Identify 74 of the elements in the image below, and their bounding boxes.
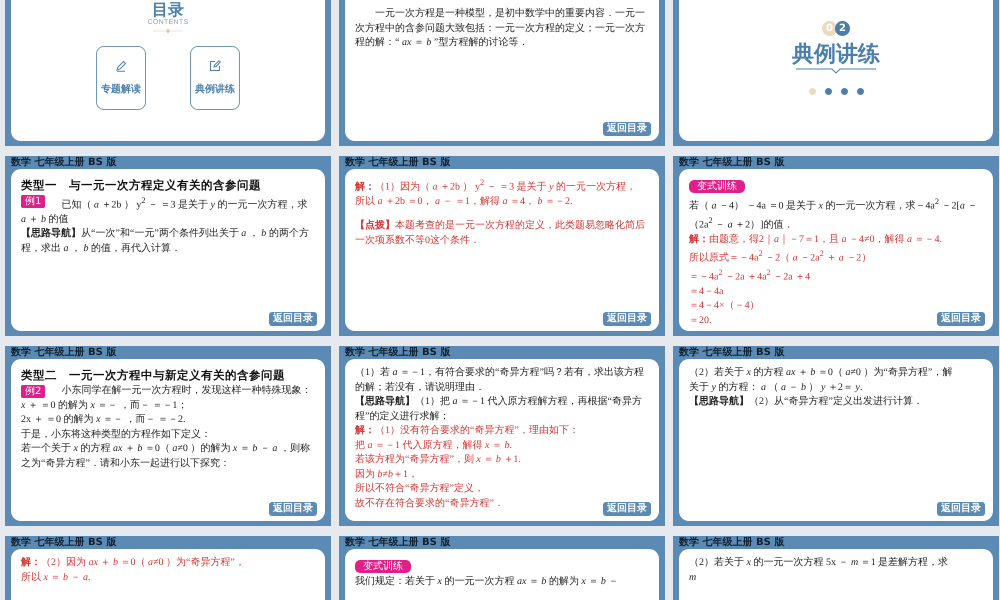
section-number: 0	[822, 21, 837, 36]
text-line: m	[689, 570, 696, 584]
solution-line: 解：（1）没有符合要求的“奇异方程”，理由如下：	[355, 424, 579, 438]
exercise-badge: 变式训练	[355, 560, 411, 573]
slide-header: 数学 七年级上册 BS 版	[679, 156, 784, 168]
text-line: 若（ a －4） －4a ＝0 是关于 x 的一元一次方程，求－4a$^{2}$ －2[a －（2a$^{2}$ － a ＋2）]的值．	[689, 196, 978, 232]
slide-header: 数学 七年级上册 BS 版	[679, 536, 784, 548]
slide-header: 数学 七年级上册 BS 版	[345, 536, 450, 548]
text-line: 关于 y 的方程： a （ a － b ） y ＋2＝ y.	[689, 380, 862, 394]
contents-item[interactable]: 专题解读	[96, 46, 146, 110]
example-badge: 例1	[21, 195, 46, 208]
slide-thumbnail[interactable]: 数学 七年级上册 BS 版 解：（1）因为（ a ＋2b ） y$^{2}$ － ＝3 是关于 y 的一元一次方程， 所以 a ＋2b ＝0， a － ＝1，解得 a ＝4， b ＝－2. 【点拨】本题考查的是一元一次方程的定义，此类题易忽略化简后一次项系数不等0这个条件． 返回目录	[339, 156, 665, 336]
text-line: （2）若关于 x 的方程 ax ＋ b ＝0（ a≠0 ）为“奇异方程”，解	[689, 366, 952, 380]
contents-item[interactable]: 典例讲练	[190, 46, 240, 110]
solution-line: 解：由题意，得2｜a｜－7＝1，且 a －4≠0，解得 a ＝－4.	[689, 232, 942, 247]
slide-thumbnail[interactable]: 数学 七年级上册 BS 版 （2）若关于 x 的一元一次方程 5x － m ＝1 是差解方程，求 m	[673, 536, 999, 600]
text-line: 【思路导航】（2）从“奇异方程”定义出发进行计算．	[689, 395, 923, 409]
text-line: 于是，小东将这种类型的方程作如下定义：	[21, 428, 211, 442]
back-to-contents-button[interactable]: 返回目录	[603, 502, 651, 516]
exercise-badge: 变式训练	[689, 180, 745, 193]
back-to-contents-button[interactable]: 返回目录	[603, 122, 651, 136]
text-line: 若一个关于 x 的方程 ax ＋ b ＝0（ a≠0 ）的解为 x ＝ b － a ，则称	[21, 442, 310, 456]
text-line: 我们规定：若关于 x 的一元一次方程 ax ＝ b 的解为 x ＝ b －	[355, 575, 618, 589]
back-to-contents-button[interactable]: 返回目录	[269, 502, 317, 516]
solution-line: 解：（1）因为（ a ＋2b ） y$^{2}$ － ＝3 是关于 y 的一元一次方程，	[355, 177, 636, 194]
solution-line: 所以 x ＝ b － a.	[21, 570, 90, 584]
slide-thumbnail[interactable]: 数学 七年级上册 BS 版 （2）若关于 x 的方程 ax ＋ b ＝0（ a≠0 ）为“奇异方程”，解 关于 y 的方程： a （ a － b ） y ＋2＝ y. 【思路导航】（2）从“奇异方程”定义出发进行计算． 返回目录	[673, 346, 999, 526]
solution-line: ＝4－4a	[689, 284, 724, 299]
tip-line: 【点拨】本题考查的是一元一次方程的定义，此类题易忽略化简后一次项系数不等0这个条件．	[355, 219, 646, 248]
text-line: 【思路导航】（1）把 a ＝－1 代入原方程解方程，再根据“奇异方程”的定义进行求解；	[355, 395, 643, 424]
back-to-contents-button[interactable]: 返回目录	[603, 312, 651, 326]
solution-line: ＝4－4×（－4）	[689, 299, 760, 314]
solution-line: 把 a ＝－1 代入原方程，解得 x ＝ b.	[355, 438, 512, 452]
slide-header: 数学 七年级上册 BS 版	[11, 536, 116, 548]
ornament-icon	[153, 28, 183, 34]
slide-heading: 类型二 一元一次方程中与新定义有关的含参问题	[21, 367, 285, 384]
paragraph: 一元一次方程是一种模型，是初中数学中的重要内容．一元一次方程中的含参问题大致包括：一元一次方程的定义；一元一次方程的解：“ ax ＝ b ”型方程解的讨论等．	[355, 7, 646, 50]
text-line: 小东同学在解一元一次方程时，发现这样一种特殊现象：	[61, 384, 312, 398]
back-to-contents-button[interactable]: 返回目录	[937, 502, 985, 516]
text-line: 已知（ a ＋2b ） y$^{2}$ － ＝3 是关于 y 的一元一次方程，求	[61, 195, 308, 212]
solution-line: 解：（2）因为 ax ＋ b ＝0（ a≠0 ）为“奇异方程”，	[21, 556, 245, 570]
slide-header: 数学 七年级上册 BS 版	[345, 156, 450, 168]
example-badge: 例2	[21, 385, 46, 398]
slide-heading: 类型一 与一元一次方程定义有关的含参问题	[21, 177, 261, 194]
slide-thumbnail[interactable]: 数学 七年级上册 BS 版 类型一 与一元一次方程定义有关的含参问题 例1 已知（ a ＋2b ） y$^{2}$ － ＝3 是关于 y 的一元一次方程，求 a ＋ b 的值 【思路导航】从“一次”和“一元”两个条件列出关于 a ， b 的两个方程，求出 a ， b 的值，再代入计算． 返回目录	[5, 156, 331, 336]
solution-line: 因为 b≠b＋1，	[355, 468, 418, 482]
solution-line: 所以不符合“奇异方程”定义，	[355, 482, 484, 496]
solution-line: 所以原式＝－4a$^{2}$ －2（ a －2a$^{2}$ ＋ a －2）	[689, 248, 872, 266]
solution-line: 所以 a ＋2b ＝0， a － ＝1，解得 a ＝4， b ＝－2.	[355, 194, 572, 209]
solution-line: 若该方程为“奇异方程”，则 x ＝ b ＋1.	[355, 453, 521, 467]
solution-line: ＝－4a$^{2}$ －2a ＋4a$^{2}$ －2a ＋4	[689, 266, 810, 284]
text-line: （2）若关于 x 的一元一次方程 5x － m ＝1 是差解方程，求	[689, 556, 948, 570]
edit-icon	[209, 60, 221, 72]
slide-header: 数学 七年级上册 BS 版	[11, 346, 116, 358]
solution-line: ＝20.	[689, 314, 712, 328]
slide-header: 数学 七年级上册 BS 版	[679, 346, 784, 358]
pencil-icon	[115, 60, 127, 72]
slide-thumbnail[interactable]: 数学 七年级上册 BS 版 解：（2）因为 ax ＋ b ＝0（ a≠0 ）为“奇异方程”， 所以 x ＝ b － a.	[5, 536, 331, 600]
text-line: x ＋ ＝0 的解为 x ＝－ ，而－ ＝－1；	[21, 398, 188, 412]
slide-thumbnail[interactable]: 一元一次方程是一种模型，是初中数学中的重要内容．一元一次方程中的含参问题大致包括：一元一次方程的定义；一元一次方程的解：“ ax ＝ b ”型方程解的讨论等． 返回目录	[339, 0, 665, 146]
back-to-contents-button[interactable]: 返回目录	[269, 312, 317, 326]
text-line: 之为“奇异方程”．请和小东一起进行以下探究：	[21, 456, 230, 470]
back-to-contents-button[interactable]: 返回目录	[937, 312, 985, 326]
slide-thumbnail[interactable]: 数学 七年级上册 BS 版 变式训练 我们规定：若关于 x 的一元一次方程 ax ＝ b 的解为 x ＝ b －	[339, 536, 665, 600]
contents-title: 目录	[152, 1, 184, 19]
text-line: a ＋ b 的值	[21, 212, 68, 227]
slide-header: 数学 七年级上册 BS 版	[345, 346, 450, 358]
section-number: 2	[835, 21, 850, 36]
section-title: 典例讲练	[792, 42, 880, 68]
solution-line: 故不存在符合要求的“奇异方程”．	[355, 496, 504, 510]
slide-thumbnail[interactable]: 0 2 典例讲练	[673, 0, 999, 146]
text-line: 2x ＋ ＝0 的解为 x ＝－ ，而－ ＝－2.	[21, 413, 186, 427]
text-line: 【思路导航】从“一次”和“一元”两个条件列出关于 a ， b 的两个方程，求出 a ， b 的值，再代入计算．	[21, 227, 310, 256]
slide-header: 数学 七年级上册 BS 版	[11, 156, 116, 168]
